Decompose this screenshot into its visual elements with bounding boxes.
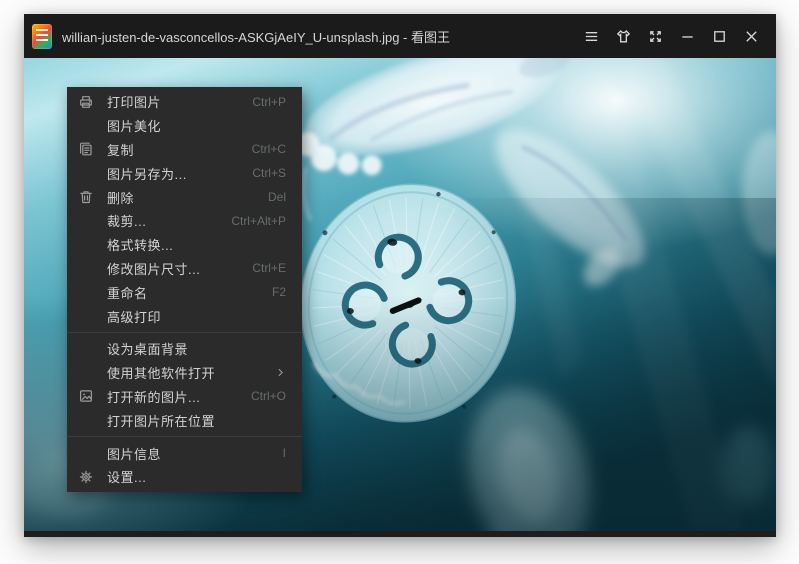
blank-icon <box>77 308 94 325</box>
app-logo-icon <box>32 24 52 49</box>
minimize-icon[interactable] <box>678 27 696 45</box>
blank-icon <box>77 212 94 229</box>
printer-icon <box>77 93 94 110</box>
menu-item-label: 重命名 <box>107 283 260 302</box>
blank-icon <box>77 340 94 357</box>
menu-item-open-location[interactable]: 打开图片所在位置 <box>67 408 302 432</box>
menu-item-label: 设置... <box>107 467 286 486</box>
title-bar: willian-justen-de-vasconcellos-ASKGjAeIY… <box>24 14 776 58</box>
menu-item-copy[interactable]: 复制 Ctrl+C <box>67 138 302 162</box>
trash-icon <box>77 189 94 206</box>
menu-item-resize[interactable]: 修改图片尺寸... Ctrl+E <box>67 257 302 281</box>
menu-item-advanced-print[interactable]: 高级打印 <box>67 304 302 328</box>
menu-item-shortcut: F2 <box>272 285 286 299</box>
app-window: willian-justen-de-vasconcellos-ASKGjAeIY… <box>24 14 776 537</box>
menu-item-label: 裁剪... <box>107 211 219 230</box>
menu-item-print[interactable]: 打印图片 Ctrl+P <box>67 90 302 114</box>
menu-item-shortcut: Ctrl+Alt+P <box>231 214 286 228</box>
menu-item-save-as[interactable]: 图片另存为... Ctrl+S <box>67 161 302 185</box>
blank-icon <box>77 236 94 253</box>
menu-item-rename[interactable]: 重命名 F2 <box>67 280 302 304</box>
menu-item-label: 图片信息 <box>107 444 271 463</box>
menu-item-label: 图片美化 <box>107 116 286 135</box>
menu-item-label: 复制 <box>107 140 240 159</box>
menu-item-shortcut: Ctrl+S <box>252 166 286 180</box>
copy-icon <box>77 141 94 158</box>
menu-item-label: 删除 <box>107 188 256 207</box>
menu-item-label: 高级打印 <box>107 307 286 326</box>
menu-item-format-convert[interactable]: 格式转换... <box>67 233 302 257</box>
menu-item-crop[interactable]: 裁剪... Ctrl+Alt+P <box>67 209 302 233</box>
menu-item-shortcut: Ctrl+E <box>252 261 286 275</box>
blank-icon <box>77 445 94 462</box>
submenu-chevron-icon <box>274 367 286 379</box>
gear-icon <box>77 468 94 485</box>
close-icon[interactable] <box>742 27 760 45</box>
maximize-icon[interactable] <box>710 27 728 45</box>
menu-item-open-new[interactable]: 打开新的图片... Ctrl+O <box>67 385 302 409</box>
menu-separator <box>67 332 302 333</box>
menu-item-shortcut: Del <box>268 190 286 204</box>
menu-item-label: 修改图片尺寸... <box>107 259 240 278</box>
blank-icon <box>77 165 94 182</box>
menu-item-label: 设为桌面背景 <box>107 339 286 358</box>
menu-separator <box>67 436 302 437</box>
menu-item-open-with[interactable]: 使用其他软件打开 <box>67 361 302 385</box>
fullscreen-icon[interactable] <box>646 27 664 45</box>
blank-icon <box>77 260 94 277</box>
window-bottom-edge <box>24 531 776 537</box>
menu-item-label: 打开图片所在位置 <box>107 411 286 430</box>
menu-item-label: 打印图片 <box>107 92 240 111</box>
menu-item-set-wallpaper[interactable]: 设为桌面背景 <box>67 337 302 361</box>
skin-tshirt-icon[interactable] <box>614 27 632 45</box>
menu-item-delete[interactable]: 删除 Del <box>67 185 302 209</box>
hamburger-menu-icon[interactable] <box>582 27 600 45</box>
menu-item-settings[interactable]: 设置... <box>67 465 302 489</box>
menu-item-shortcut: I <box>283 446 286 460</box>
menu-item-beautify[interactable]: 图片美化 <box>67 114 302 138</box>
context-menu: 打印图片 Ctrl+P 图片美化复制 Ctrl+C 图片另存为... Ctrl+S 删除 De… <box>67 87 302 492</box>
menu-item-image-info[interactable]: 图片信息 I <box>67 441 302 465</box>
titlebar-controls <box>582 27 760 45</box>
menu-item-shortcut: Ctrl+P <box>252 95 286 109</box>
menu-item-shortcut: Ctrl+O <box>251 389 286 403</box>
menu-item-label: 格式转换... <box>107 235 286 254</box>
menu-item-label: 使用其他软件打开 <box>107 363 262 382</box>
menu-item-shortcut: Ctrl+C <box>252 142 286 156</box>
blank-icon <box>77 284 94 301</box>
blank-icon <box>77 117 94 134</box>
window-title: willian-justen-de-vasconcellos-ASKGjAeIY… <box>62 27 450 46</box>
menu-item-label: 图片另存为... <box>107 164 240 183</box>
blank-icon <box>77 412 94 429</box>
image-icon <box>77 388 94 405</box>
blank-icon <box>77 364 94 381</box>
menu-item-label: 打开新的图片... <box>107 387 239 406</box>
